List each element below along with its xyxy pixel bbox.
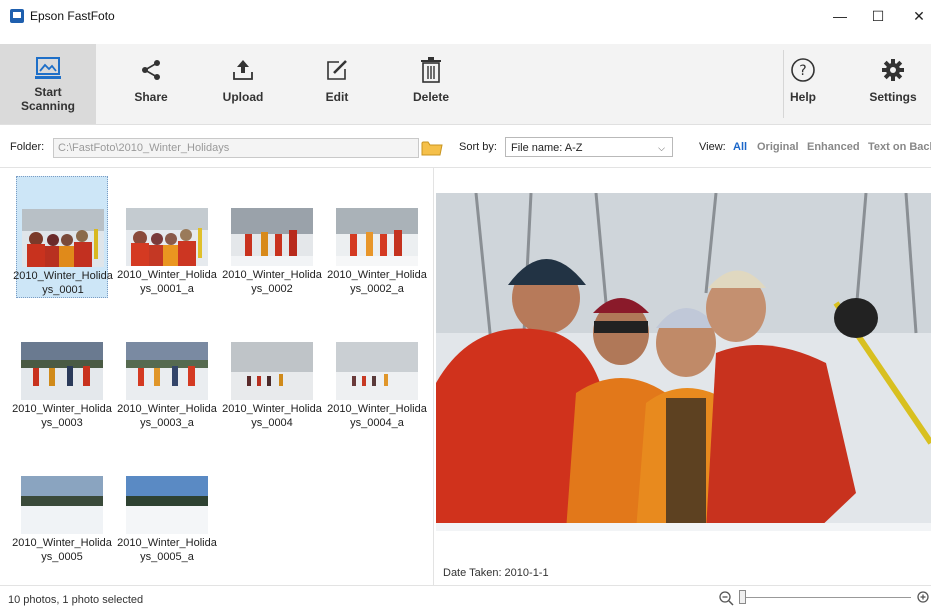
photo-filename: 2010_Winter_Holidays_0001_a: [117, 269, 217, 295]
photo-thumbnail[interactable]: 2010_Winter_Holidays_0002_a: [327, 176, 427, 298]
window-title: Epson FastFoto: [30, 9, 115, 23]
photo-thumbnail[interactable]: 2010_Winter_Holidays_0004_a: [327, 310, 427, 432]
photo-image: [22, 209, 104, 267]
photo-image: [126, 476, 208, 534]
maximize-button[interactable]: ☐: [863, 4, 893, 28]
start-scanning-button[interactable]: Start Scanning: [0, 44, 96, 124]
photo-image: [21, 342, 103, 400]
photo-filename: 2010_Winter_Holidays_0005_a: [117, 537, 217, 563]
edit-button[interactable]: Edit: [304, 44, 370, 124]
preview-image: [436, 193, 931, 531]
photo-filename: 2010_Winter_Holidays_0003_a: [117, 403, 217, 429]
app-logo-icon: [10, 9, 24, 23]
delete-label: Delete: [412, 90, 450, 104]
trash-icon: [419, 56, 443, 84]
view-option-text-on-back[interactable]: Text on Back: [868, 141, 931, 153]
delete-button[interactable]: Delete: [398, 44, 464, 124]
photo-filename: 2010_Winter_Holidays_0002: [222, 269, 322, 295]
edit-label: Edit: [325, 90, 349, 104]
start-scanning-label: Start Scanning: [20, 85, 75, 113]
photo-gallery: 2010_Winter_Holidays_0001 2010_Winter_Ho…: [0, 168, 433, 585]
photo-image: [21, 476, 103, 534]
photo-filename: 2010_Winter_Holidays_0005: [12, 537, 112, 563]
photo-thumbnail[interactable]: 2010_Winter_Holidays_0003: [12, 310, 112, 432]
upload-label: Upload: [222, 90, 264, 104]
sort-label: Sort by:: [459, 141, 497, 153]
chevron-down-icon: ⌵: [658, 143, 665, 153]
zoom-slider-track[interactable]: [741, 597, 911, 598]
folder-path-field[interactable]: C:\FastFoto\2010_Winter_Holidays: [53, 138, 419, 158]
photo-image: [126, 342, 208, 400]
photo-preview-panel: Date Taken: 2010-1-1: [434, 168, 931, 585]
edit-icon: [325, 56, 349, 84]
filter-bar: Folder: C:\FastFoto\2010_Winter_Holidays…: [0, 133, 931, 163]
photo-filename: 2010_Winter_Holidays_0004_a: [327, 403, 427, 429]
sort-dropdown[interactable]: File name: A-Z ⌵: [505, 137, 673, 157]
photo-image: [336, 342, 418, 400]
settings-button[interactable]: Settings: [860, 44, 926, 124]
photo-filename: 2010_Winter_Holidays_0002_a: [327, 269, 427, 295]
photo-image: [231, 208, 313, 266]
share-button[interactable]: Share: [118, 44, 184, 124]
photo-thumbnail[interactable]: 2010_Winter_Holidays_0001_a: [117, 176, 217, 298]
date-taken: Date Taken: 2010-1-1: [443, 567, 549, 579]
photo-filename: 2010_Winter_Holidays_0003: [12, 403, 112, 429]
minimize-button[interactable]: —: [825, 4, 855, 28]
folder-icon[interactable]: [421, 140, 443, 156]
settings-label: Settings: [869, 90, 917, 104]
photo-thumbnail[interactable]: 2010_Winter_Holidays_0002: [222, 176, 322, 298]
photo-filename: 2010_Winter_Holidays_0004: [222, 403, 322, 429]
upload-button[interactable]: Upload: [210, 44, 276, 124]
photo-image: [126, 208, 208, 266]
photo-thumbnail[interactable]: 2010_Winter_Holidays_0005_a: [117, 444, 217, 566]
photo-thumbnail[interactable]: 2010_Winter_Holidays_0001: [13, 176, 113, 298]
scan-icon: [35, 54, 61, 82]
view-label: View:: [699, 141, 726, 153]
gear-icon: [881, 56, 905, 84]
photo-image: [231, 342, 313, 400]
photo-filename: 2010_Winter_Holidays_0001: [13, 270, 113, 296]
folder-label: Folder:: [10, 141, 45, 153]
upload-icon: [231, 56, 255, 84]
toolbar: Start Scanning Share Upload Edit Delete …: [0, 44, 931, 125]
photo-image: [336, 208, 418, 266]
view-option-original[interactable]: Original: [757, 141, 799, 153]
svg-text:?: ?: [799, 63, 806, 79]
status-bar: 10 photos, 1 photo selected: [0, 585, 931, 609]
title-bar: Epson FastFoto — ☐ ✕: [0, 0, 931, 32]
status-text: 10 photos, 1 photo selected: [8, 594, 144, 606]
share-icon: [139, 56, 163, 84]
help-icon: ?: [790, 56, 816, 84]
photo-thumbnail[interactable]: 2010_Winter_Holidays_0005: [12, 444, 112, 566]
help-button[interactable]: ? Help: [770, 44, 836, 124]
sort-value: File name: A-Z: [511, 142, 583, 154]
share-label: Share: [134, 90, 168, 104]
view-option-enhanced[interactable]: Enhanced: [807, 141, 860, 153]
help-label: Help: [789, 90, 816, 104]
photo-thumbnail[interactable]: 2010_Winter_Holidays_0003_a: [117, 310, 217, 432]
zoom-slider-handle[interactable]: [739, 590, 746, 604]
view-option-all[interactable]: All: [733, 141, 747, 153]
photo-thumbnail[interactable]: 2010_Winter_Holidays_0004: [222, 310, 322, 432]
close-button[interactable]: ✕: [904, 4, 931, 28]
